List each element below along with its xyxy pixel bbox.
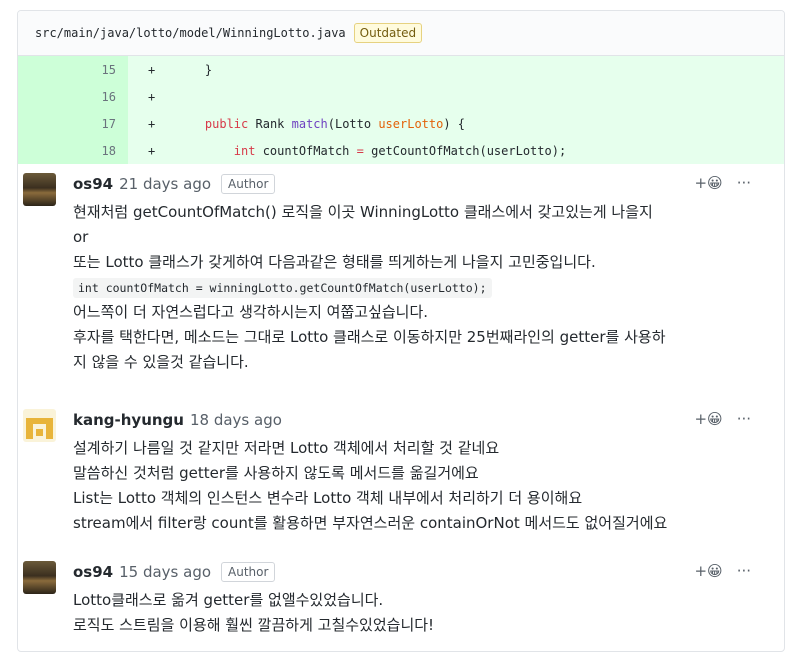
comment-body: 설계하기 나름일 것 같지만 저라면 Lotto 객체에서 처리할 것 같네요 … — [73, 436, 756, 536]
comment-line: 로직도 스트림을 이용해 훨씬 깔끔하게 고칠수있었습니다! — [73, 616, 435, 634]
avatar[interactable] — [23, 561, 56, 594]
diff-sign: + — [148, 116, 156, 131]
comment-author[interactable]: os94 — [73, 563, 113, 581]
comment-line: List는 Lotto 객체의 인스턴스 변수라 Lotto 객체 내부에서 처… — [73, 489, 583, 507]
diff-sign: + — [148, 62, 156, 77]
file-header: src/main/java/lotto/model/WinningLotto.j… — [18, 11, 784, 56]
comment-line: stream에서 filter랑 count를 활용하면 부자연스러운 cont… — [73, 514, 668, 532]
comment-line: Lotto클래스로 옮겨 getter를 없앨수있었습니다. — [73, 591, 384, 609]
comment-line: 어느쪽이 더 자연스럽다고 생각하시는지 여쭙고싶습니다. — [73, 303, 429, 321]
line-number[interactable]: 15 — [18, 56, 128, 83]
comment-line: 후자를 택한다면, 메소드는 그대로 Lotto 클래스로 이동하지만 25번째… — [73, 328, 666, 346]
add-reaction-icon[interactable]: +😀 — [694, 410, 722, 428]
diff-sign: + — [148, 143, 156, 158]
line-number[interactable]: 16 — [18, 83, 128, 110]
outdated-badge: Outdated — [353, 23, 423, 43]
more-options-icon[interactable]: ··· — [737, 562, 751, 580]
comment: +😀 ··· kang-hyungu 18 days ago 설계하기 나름일 … — [0, 396, 766, 548]
comment-timestamp[interactable]: 15 days ago — [119, 563, 211, 581]
diff-sign: + — [148, 89, 156, 104]
comment-line: or — [73, 228, 89, 246]
add-reaction-icon[interactable]: +😀 — [694, 562, 722, 580]
comment: +😀 ··· os94 15 days ago Author Lotto클래스로… — [0, 548, 766, 638]
comment-line: 설계하기 나름일 것 같지만 저라면 Lotto 객체에서 처리할 것 같네요 — [73, 439, 500, 457]
code-brace: } — [204, 62, 213, 77]
comment-body: 현재처럼 getCountOfMatch() 로직을 이곳 WinningLot… — [73, 200, 756, 375]
comment: +😀 ··· os94 21 days ago Author 현재처럼 getC… — [0, 160, 766, 396]
file-path-link[interactable]: src/main/java/lotto/model/WinningLotto.j… — [35, 26, 346, 40]
diff-line: 16 + — [18, 83, 784, 110]
comment-line: 또는 Lotto 클래스가 갖게하여 다음과같은 형태를 띄게하는게 나을지 고… — [73, 253, 596, 271]
code-text: public Rank match(Lotto userLotto) { — [204, 116, 466, 131]
diff-line: 15 + } — [18, 56, 784, 83]
comment-line: 지 않을 수 있을것 같습니다. — [73, 353, 249, 371]
more-options-icon[interactable]: ··· — [737, 410, 751, 428]
line-number[interactable]: 17 — [18, 110, 128, 137]
author-badge: Author — [221, 174, 276, 194]
avatar[interactable] — [23, 409, 56, 442]
comment-line: 말씀하신 것처럼 getter를 사용하지 않도록 메서드를 옮길거에요 — [73, 464, 479, 482]
comment-body: Lotto클래스로 옮겨 getter를 없앨수있었습니다. 로직도 스트림을 … — [73, 588, 756, 638]
code-text: int countOfMatch = getCountOfMatch(userL… — [233, 143, 567, 158]
code-text: } — [176, 63, 212, 77]
comment-list: +😀 ··· os94 21 days ago Author 현재처럼 getC… — [0, 160, 766, 638]
comment-author[interactable]: os94 — [73, 175, 113, 193]
diff-line: 17 + public Rank match(Lotto userLotto) … — [18, 110, 784, 137]
more-options-icon[interactable]: ··· — [737, 174, 751, 192]
comment-line: 현재처럼 getCountOfMatch() 로직을 이곳 WinningLot… — [73, 203, 653, 221]
inline-code: int countOfMatch = winningLotto.getCount… — [73, 278, 492, 298]
comment-timestamp[interactable]: 21 days ago — [119, 175, 211, 193]
avatar[interactable] — [23, 173, 56, 206]
comment-author[interactable]: kang-hyungu — [73, 411, 184, 429]
author-badge: Author — [221, 562, 276, 582]
diff-snippet: 15 + } 16 + 17 + public Rank match(Lotto… — [18, 56, 784, 164]
add-reaction-icon[interactable]: +😀 — [694, 174, 722, 192]
comment-timestamp[interactable]: 18 days ago — [190, 411, 282, 429]
